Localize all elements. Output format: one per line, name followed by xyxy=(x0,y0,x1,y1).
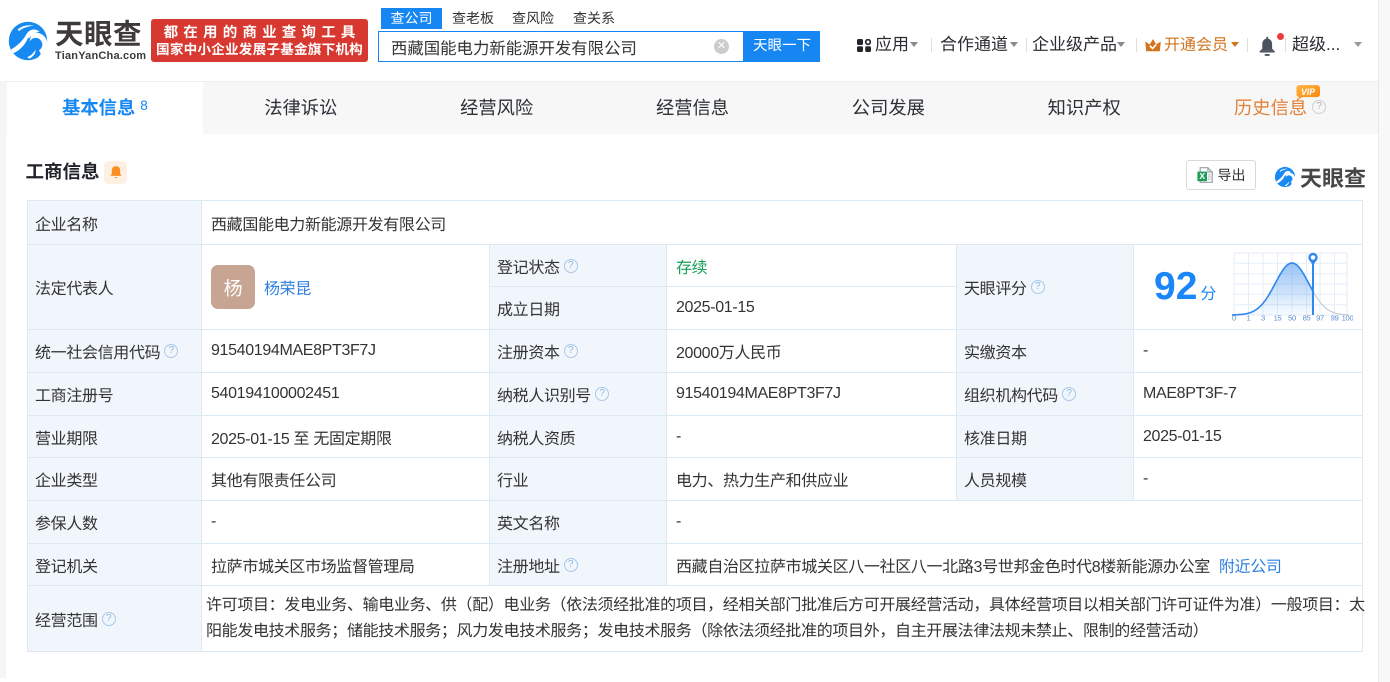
svg-text:0: 0 xyxy=(1232,314,1236,323)
svg-text:100: 100 xyxy=(1342,314,1353,323)
svg-text:50: 50 xyxy=(1288,314,1296,323)
svg-text:VIP: VIP xyxy=(1301,87,1315,97)
svg-text:15: 15 xyxy=(1274,314,1282,323)
svg-text:3: 3 xyxy=(1261,314,1265,323)
svg-text:99: 99 xyxy=(1331,314,1339,323)
svg-text:X: X xyxy=(1199,171,1205,181)
svg-text:85: 85 xyxy=(1303,314,1311,323)
svg-text:97: 97 xyxy=(1316,314,1324,323)
svg-text:1: 1 xyxy=(1247,314,1251,323)
